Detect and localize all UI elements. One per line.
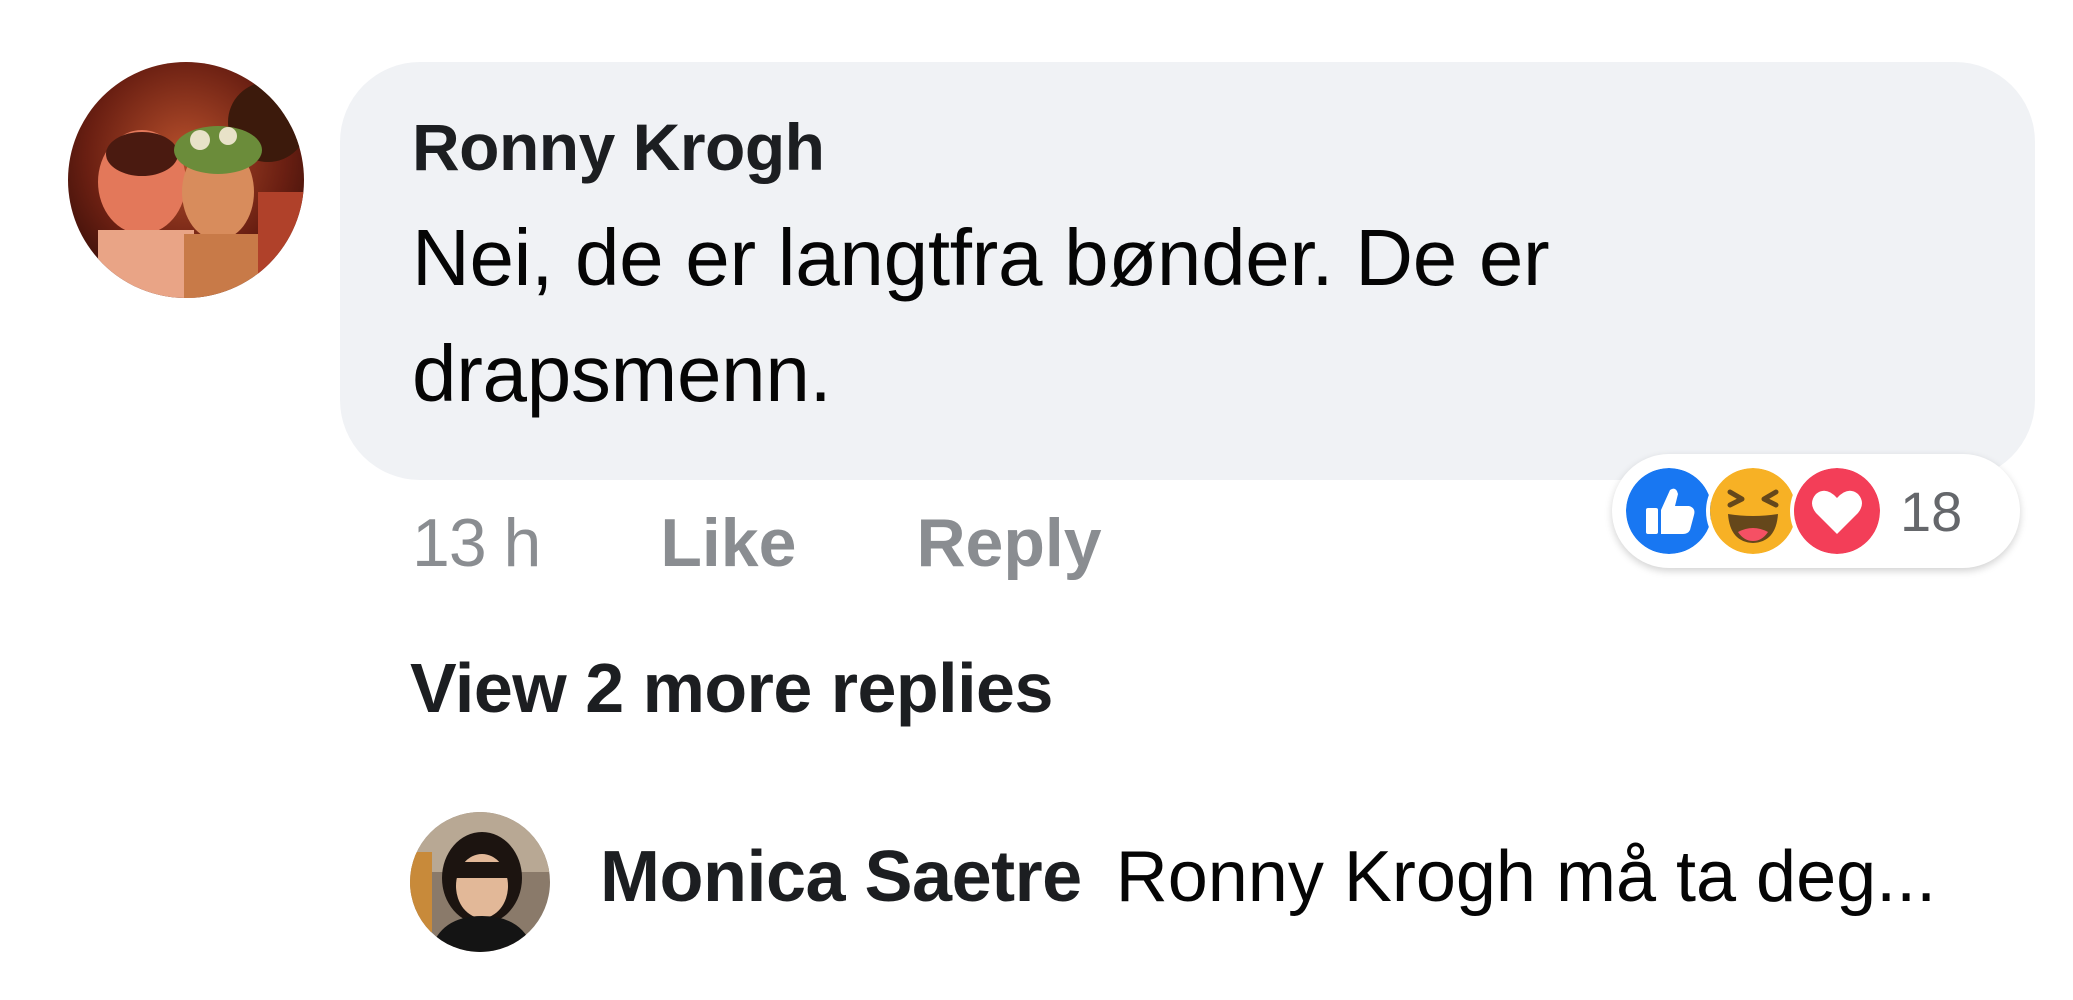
haha-icon	[1706, 464, 1800, 558]
like-icon	[1622, 464, 1716, 558]
comment-text: Nei, de er langtfra bønder. De er drapsm…	[412, 213, 1550, 418]
view-more-replies-link[interactable]: View 2 more replies	[410, 648, 1053, 728]
avatar-ronny-krogh[interactable]	[68, 62, 304, 298]
reactions-count: 18	[1900, 479, 1963, 543]
avatar-monica-saetre[interactable]	[410, 812, 550, 952]
reply-preview[interactable]: Monica Saetre Ronny Krogh må ta deg...	[600, 837, 1937, 917]
comment-actions: 13 h Like Reply	[412, 498, 1102, 588]
reactions-summary[interactable]: 18	[1612, 454, 2020, 568]
comment-author-name[interactable]: Ronny Krogh	[412, 114, 825, 180]
reply-snippet-text: Ronny Krogh må ta deg...	[1115, 837, 1937, 917]
reply-author-name[interactable]: Monica Saetre	[600, 837, 1082, 917]
comment-bubble: Ronny Krogh Nei, de er langtfra bønder. …	[340, 62, 2035, 480]
reply-button[interactable]: Reply	[916, 504, 1101, 582]
like-button[interactable]: Like	[660, 504, 796, 582]
comment-timestamp[interactable]: 13 h	[412, 504, 541, 582]
love-icon	[1790, 464, 1884, 558]
